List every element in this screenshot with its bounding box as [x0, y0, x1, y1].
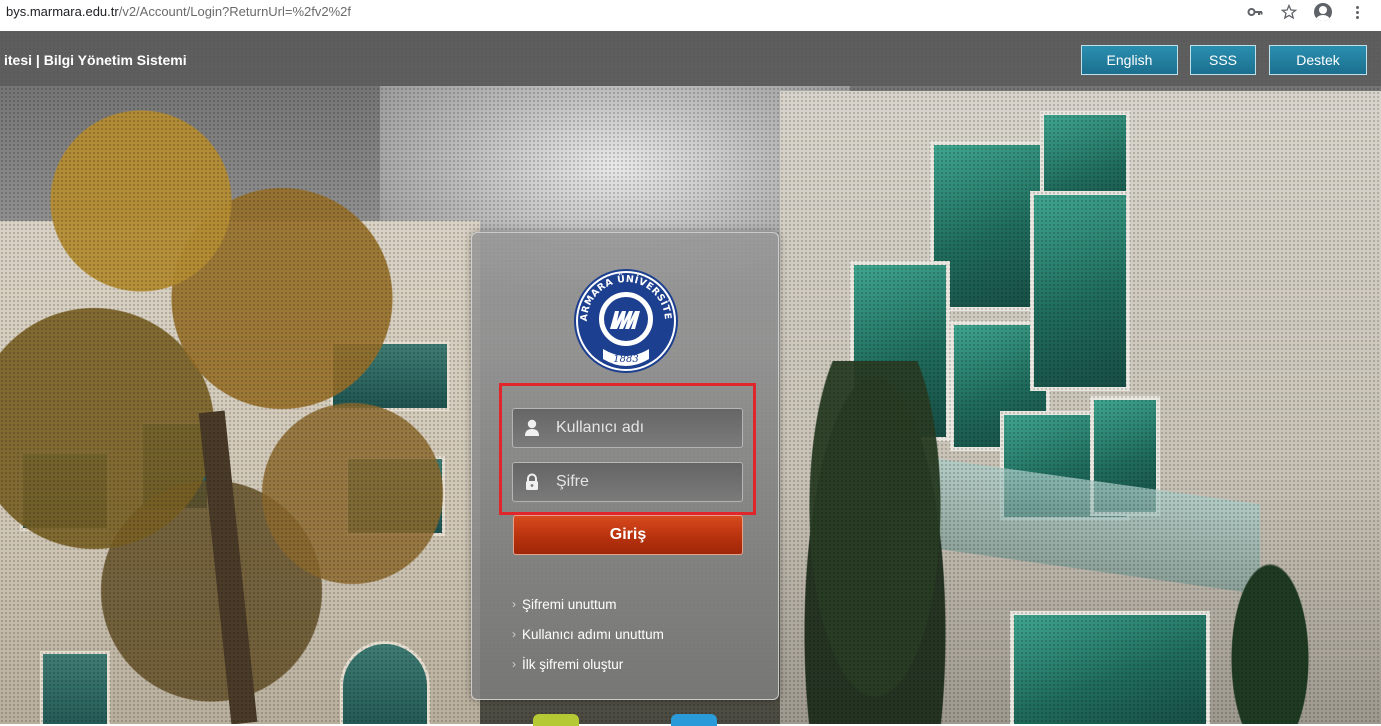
- link-label: İlk şifremi oluştur: [522, 656, 624, 672]
- user-icon: [522, 418, 542, 438]
- help-links: › Şifremi unuttum › Kullanıcı adımı unut…: [512, 589, 664, 679]
- chevron-right-icon: ›: [512, 597, 516, 611]
- create-first-password-link[interactable]: › İlk şifremi oluştur: [512, 649, 664, 679]
- bottom-badge-green[interactable]: [533, 714, 579, 726]
- university-logo: MARMARA ÜNİVERSİTESİ 1883: [568, 255, 679, 379]
- lock-icon: [522, 472, 542, 492]
- star-icon[interactable]: [1279, 2, 1299, 22]
- account-icon[interactable]: [1313, 2, 1333, 22]
- chevron-right-icon: ›: [512, 627, 516, 641]
- destek-button[interactable]: Destek: [1269, 45, 1367, 75]
- english-button[interactable]: English: [1081, 45, 1178, 75]
- site-title: itesi | Bilgi Yönetim Sistemi: [4, 52, 187, 68]
- url-path: /v2/Account/Login?ReturnUrl=%2fv2%2f: [118, 4, 352, 19]
- login-panel: MARMARA ÜNİVERSİTESİ 1883 Giriş › Şifrem…: [471, 232, 779, 700]
- forgot-username-link[interactable]: › Kullanıcı adımı unuttum: [512, 619, 664, 649]
- menu-icon[interactable]: [1347, 2, 1367, 22]
- forgot-password-link[interactable]: › Şifremi unuttum: [512, 589, 664, 619]
- link-label: Şifremi unuttum: [522, 596, 617, 612]
- password-field[interactable]: [512, 462, 743, 502]
- key-icon[interactable]: [1245, 2, 1265, 22]
- link-label: Kullanıcı adımı unuttum: [522, 626, 664, 642]
- url-host: bys.marmara.edu.tr: [6, 4, 119, 19]
- browser-toolbar: [1245, 2, 1367, 22]
- sss-button[interactable]: SSS: [1190, 45, 1256, 75]
- browser-address-bar[interactable]: bys.marmara.edu.tr/v2/Account/Login?Retu…: [0, 0, 1381, 26]
- url-text[interactable]: bys.marmara.edu.tr/v2/Account/Login?Retu…: [6, 4, 351, 19]
- username-field[interactable]: [512, 408, 743, 448]
- bottom-badge-blue[interactable]: [671, 714, 717, 726]
- logo-year: 1883: [613, 354, 638, 365]
- password-input[interactable]: [554, 472, 734, 492]
- username-input[interactable]: [554, 418, 734, 438]
- login-button[interactable]: Giriş: [513, 515, 743, 555]
- top-header: itesi | Bilgi Yönetim Sistemi English SS…: [0, 31, 1381, 86]
- chevron-right-icon: ›: [512, 657, 516, 671]
